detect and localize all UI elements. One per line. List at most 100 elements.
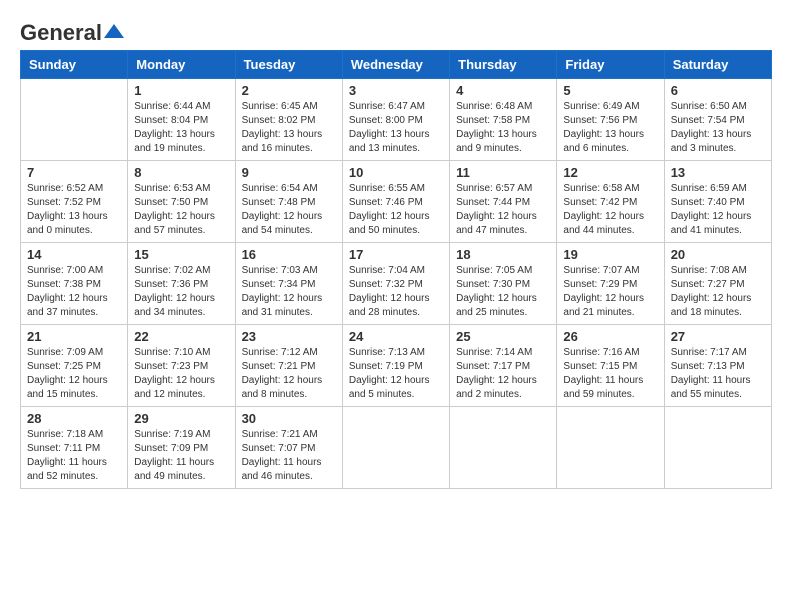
calendar-cell: 18 Sunrise: 7:05 AMSunset: 7:30 PMDayligh… [450, 243, 557, 325]
calendar-cell: 17Sunrise: 7:04 AMSunset: 7:32 PMDayligh… [342, 243, 449, 325]
calendar-cell: 11 Sunrise: 6:57 AMSunset: 7:44 PMDayligh… [450, 161, 557, 243]
day-info: Sunrise: 7:18 AMSunset: 7:11 PMDaylight:… [27, 428, 121, 484]
calendar-cell: 13 Sunrise: 6:59 AMSunset: 7:40 PMDayligh… [664, 161, 771, 243]
calendar-cell: 16Sunrise: 7:03 AMSunset: 7:34 PMDayligh… [235, 243, 342, 325]
day-info: Sunrise: 6:53 AMSunset: 7:50 PMDaylight:… [134, 182, 228, 238]
weekday-header: Sunday [21, 51, 128, 79]
day-info: Sunrise: 7:09 AMSunset: 7:25 PMDaylight:… [27, 346, 121, 402]
calendar-cell [557, 407, 664, 489]
day-info: Sunrise: 7:19 AMSunset: 7:09 PMDaylight:… [134, 428, 228, 484]
calendar-cell: 9 Sunrise: 6:54 AMSunset: 7:48 PMDaylight… [235, 161, 342, 243]
day-info: Sunrise: 7:05 AMSunset: 7:30 PMDaylight:… [456, 264, 550, 320]
calendar-cell: 3 Sunrise: 6:47 AMSunset: 8:00 PMDaylight… [342, 79, 449, 161]
weekday-header: Wednesday [342, 51, 449, 79]
day-number: 27 [671, 329, 765, 344]
calendar-week-row: 14 Sunrise: 7:00 AMSunset: 7:38 PMDayligh… [21, 243, 772, 325]
day-info: Sunrise: 7:10 AMSunset: 7:23 PMDaylight:… [134, 346, 228, 402]
day-number: 13 [671, 165, 765, 180]
calendar-cell: 29 Sunrise: 7:19 AMSunset: 7:09 PMDayligh… [128, 407, 235, 489]
calendar-week-row: 28 Sunrise: 7:18 AMSunset: 7:11 PMDayligh… [21, 407, 772, 489]
calendar-cell [664, 407, 771, 489]
day-number: 9 [242, 165, 336, 180]
day-number: 1 [134, 83, 228, 98]
calendar-week-row: 7 Sunrise: 6:52 AMSunset: 7:52 PMDaylight… [21, 161, 772, 243]
day-number: 11 [456, 165, 550, 180]
day-number: 26 [563, 329, 657, 344]
day-number: 7 [27, 165, 121, 180]
day-info: Sunrise: 7:13 AMSunset: 7:19 PMDaylight:… [349, 346, 443, 402]
day-number: 5 [563, 83, 657, 98]
day-info: Sunrise: 7:16 AMSunset: 7:15 PMDaylight:… [563, 346, 657, 402]
calendar-cell: 5 Sunrise: 6:49 AMSunset: 7:56 PMDaylight… [557, 79, 664, 161]
calendar-cell [21, 79, 128, 161]
day-info: Sunrise: 6:59 AMSunset: 7:40 PMDaylight:… [671, 182, 765, 238]
calendar-cell: 15 Sunrise: 7:02 AMSunset: 7:36 PMDayligh… [128, 243, 235, 325]
day-number: 24 [349, 329, 443, 344]
calendar-cell: 14 Sunrise: 7:00 AMSunset: 7:38 PMDayligh… [21, 243, 128, 325]
page-header: General [20, 20, 772, 40]
calendar-cell: 24 Sunrise: 7:13 AMSunset: 7:19 PMDayligh… [342, 325, 449, 407]
day-number: 15 [134, 247, 228, 262]
day-info: Sunrise: 6:49 AMSunset: 7:56 PMDaylight:… [563, 100, 657, 156]
weekday-header: Tuesday [235, 51, 342, 79]
day-info: Sunrise: 7:14 AMSunset: 7:17 PMDaylight:… [456, 346, 550, 402]
calendar-cell: 6Sunrise: 6:50 AMSunset: 7:54 PMDaylight… [664, 79, 771, 161]
day-number: 2 [242, 83, 336, 98]
day-number: 14 [27, 247, 121, 262]
day-number: 28 [27, 411, 121, 426]
weekday-header: Monday [128, 51, 235, 79]
day-info: Sunrise: 6:52 AMSunset: 7:52 PMDaylight:… [27, 182, 121, 238]
calendar-week-row: 1 Sunrise: 6:44 AMSunset: 8:04 PMDaylight… [21, 79, 772, 161]
day-info: Sunrise: 6:57 AMSunset: 7:44 PMDaylight:… [456, 182, 550, 238]
day-number: 30 [242, 411, 336, 426]
day-number: 18 [456, 247, 550, 262]
day-info: Sunrise: 6:54 AMSunset: 7:48 PMDaylight:… [242, 182, 336, 238]
calendar-cell: 2Sunrise: 6:45 AMSunset: 8:02 PMDaylight… [235, 79, 342, 161]
day-info: Sunrise: 7:12 AMSunset: 7:21 PMDaylight:… [242, 346, 336, 402]
day-info: Sunrise: 6:50 AMSunset: 7:54 PMDaylight:… [671, 100, 765, 156]
logo-general: General [20, 20, 102, 46]
day-number: 22 [134, 329, 228, 344]
calendar-week-row: 21 Sunrise: 7:09 AMSunset: 7:25 PMDayligh… [21, 325, 772, 407]
weekday-header: Friday [557, 51, 664, 79]
day-info: Sunrise: 6:48 AMSunset: 7:58 PMDaylight:… [456, 100, 550, 156]
day-info: Sunrise: 7:00 AMSunset: 7:38 PMDaylight:… [27, 264, 121, 320]
calendar-cell: 21 Sunrise: 7:09 AMSunset: 7:25 PMDayligh… [21, 325, 128, 407]
calendar-cell: 28 Sunrise: 7:18 AMSunset: 7:11 PMDayligh… [21, 407, 128, 489]
day-info: Sunrise: 7:02 AMSunset: 7:36 PMDaylight:… [134, 264, 228, 320]
day-info: Sunrise: 7:17 AMSunset: 7:13 PMDaylight:… [671, 346, 765, 402]
day-number: 20 [671, 247, 765, 262]
calendar-cell: 10 Sunrise: 6:55 AMSunset: 7:46 PMDayligh… [342, 161, 449, 243]
calendar-cell: 25 Sunrise: 7:14 AMSunset: 7:17 PMDayligh… [450, 325, 557, 407]
day-number: 21 [27, 329, 121, 344]
weekday-header: Thursday [450, 51, 557, 79]
day-info: Sunrise: 6:47 AMSunset: 8:00 PMDaylight:… [349, 100, 443, 156]
day-info: Sunrise: 6:44 AMSunset: 8:04 PMDaylight:… [134, 100, 228, 156]
day-number: 29 [134, 411, 228, 426]
calendar-cell: 27 Sunrise: 7:17 AMSunset: 7:13 PMDayligh… [664, 325, 771, 407]
day-number: 23 [242, 329, 336, 344]
day-info: Sunrise: 6:55 AMSunset: 7:46 PMDaylight:… [349, 182, 443, 238]
calendar-header-row: SundayMondayTuesdayWednesdayThursdayFrid… [21, 51, 772, 79]
day-info: Sunrise: 6:58 AMSunset: 7:42 PMDaylight:… [563, 182, 657, 238]
calendar-cell: 19Sunrise: 7:07 AMSunset: 7:29 PMDayligh… [557, 243, 664, 325]
day-number: 10 [349, 165, 443, 180]
day-number: 25 [456, 329, 550, 344]
calendar-cell: 20Sunrise: 7:08 AMSunset: 7:27 PMDayligh… [664, 243, 771, 325]
day-info: Sunrise: 7:07 AMSunset: 7:29 PMDaylight:… [563, 264, 657, 320]
logo-icon [104, 24, 124, 38]
calendar-cell: 22 Sunrise: 7:10 AMSunset: 7:23 PMDayligh… [128, 325, 235, 407]
day-info: Sunrise: 7:04 AMSunset: 7:32 PMDaylight:… [349, 264, 443, 320]
day-number: 3 [349, 83, 443, 98]
calendar-cell: 8Sunrise: 6:53 AMSunset: 7:50 PMDaylight… [128, 161, 235, 243]
calendar-cell [450, 407, 557, 489]
day-info: Sunrise: 7:21 AMSunset: 7:07 PMDaylight:… [242, 428, 336, 484]
day-number: 4 [456, 83, 550, 98]
calendar-cell: 4 Sunrise: 6:48 AMSunset: 7:58 PMDaylight… [450, 79, 557, 161]
day-number: 12 [563, 165, 657, 180]
calendar-cell [342, 407, 449, 489]
calendar-cell: 7 Sunrise: 6:52 AMSunset: 7:52 PMDaylight… [21, 161, 128, 243]
logo: General [20, 20, 124, 40]
day-info: Sunrise: 7:03 AMSunset: 7:34 PMDaylight:… [242, 264, 336, 320]
calendar-cell: 30 Sunrise: 7:21 AMSunset: 7:07 PMDayligh… [235, 407, 342, 489]
